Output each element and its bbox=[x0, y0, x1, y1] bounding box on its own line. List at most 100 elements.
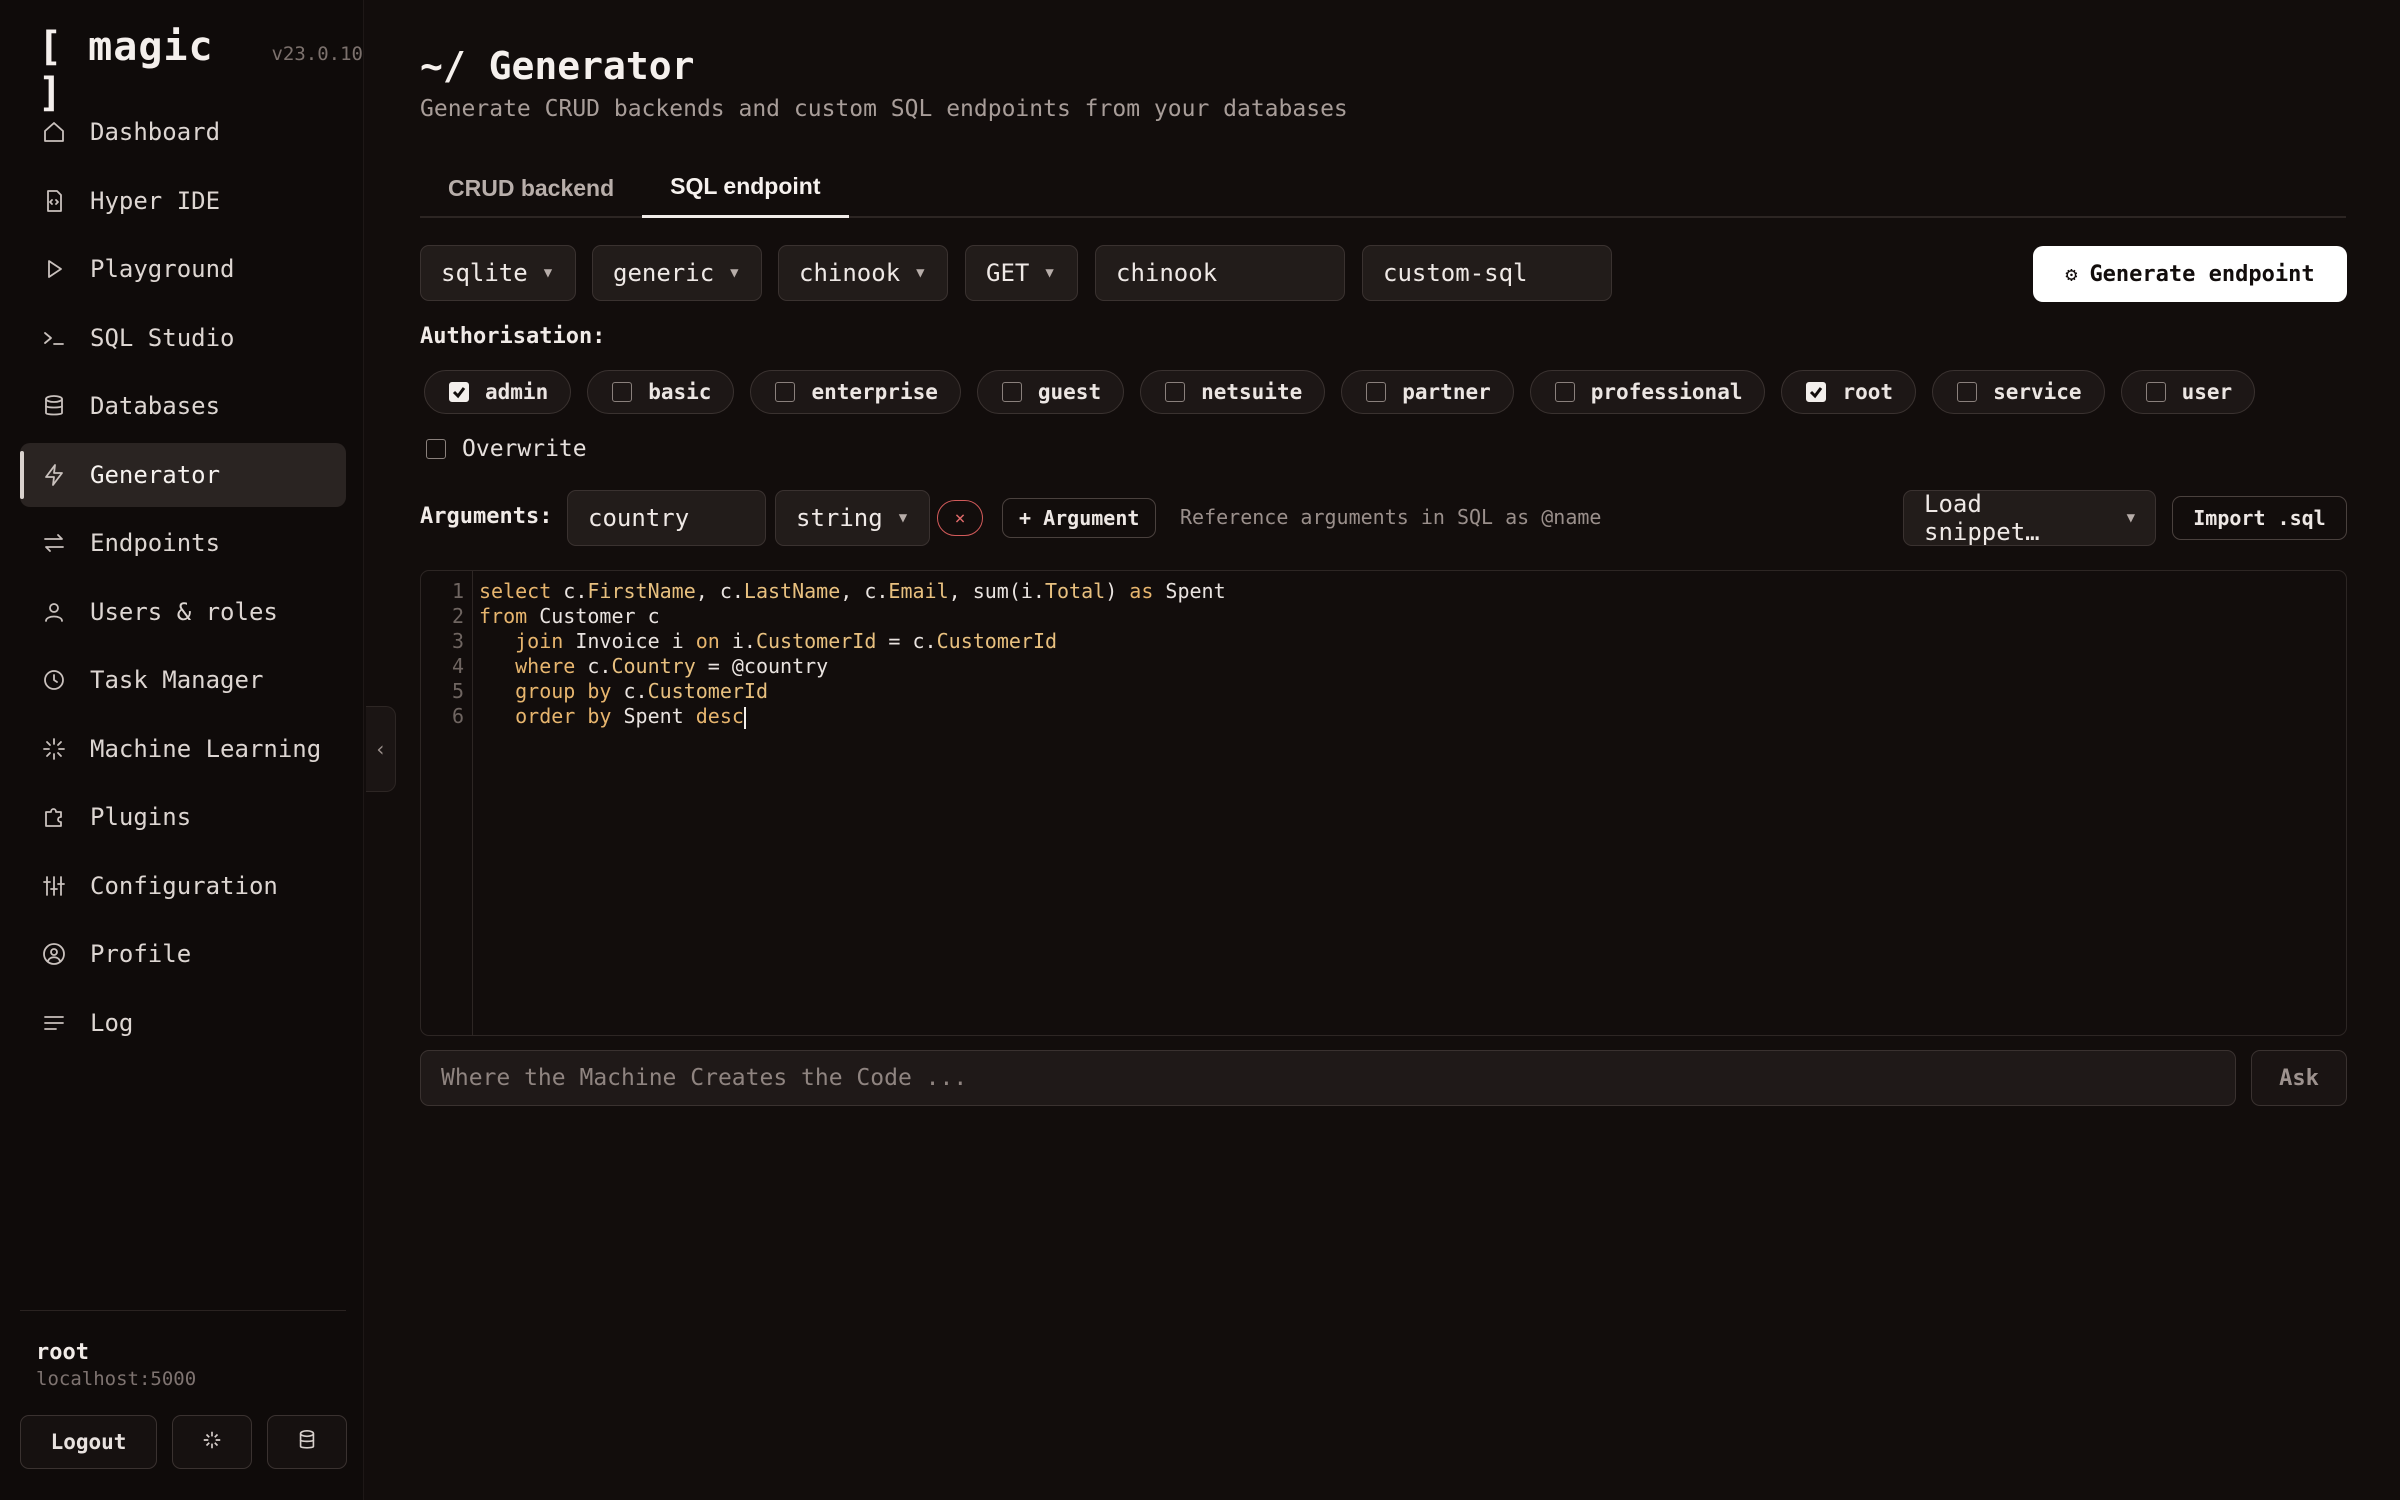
database-value: chinook bbox=[799, 259, 901, 287]
sidebar-item-playground[interactable]: Playground bbox=[20, 237, 346, 301]
tab-sql-endpoint[interactable]: SQL endpoint bbox=[642, 158, 849, 218]
sidebar-item-endpoints[interactable]: Endpoints bbox=[20, 511, 346, 575]
import-sql-button[interactable]: Import .sql bbox=[2172, 496, 2347, 540]
checkbox[interactable] bbox=[612, 382, 633, 402]
current-user-name: root bbox=[36, 1340, 89, 1365]
role-chip-guest[interactable]: guest bbox=[976, 370, 1125, 414]
role-name: basic bbox=[648, 380, 712, 404]
tab-crud-backend[interactable]: CRUD backend bbox=[420, 158, 642, 218]
sidebar-item-label: Generator bbox=[90, 460, 221, 489]
role-chip-service[interactable]: service bbox=[1932, 370, 2105, 414]
role-chip-basic[interactable]: basic bbox=[587, 370, 735, 414]
role-name: professional bbox=[1590, 380, 1743, 404]
chevron-down-icon: ▼ bbox=[2126, 510, 2135, 526]
sidebar-item-task-manager[interactable]: Task Manager bbox=[20, 648, 346, 712]
role-chip-professional[interactable]: professional bbox=[1529, 370, 1766, 414]
module-name-value: chinook bbox=[1116, 259, 1218, 287]
argument-name-input[interactable]: country bbox=[567, 490, 766, 546]
sidebar-item-label: SQL Studio bbox=[90, 323, 235, 352]
sidebar-item-label: Machine Learning bbox=[90, 734, 322, 763]
log-icon bbox=[42, 1011, 66, 1035]
code-file-icon bbox=[42, 189, 66, 213]
load-snippet-select[interactable]: Load snippet… ▼ bbox=[1903, 490, 2156, 546]
checkbox[interactable] bbox=[1554, 382, 1575, 402]
generator-tabs: CRUD backend SQL endpoint bbox=[420, 158, 2346, 218]
user-icon bbox=[42, 600, 66, 624]
generate-endpoint-label: Generate endpoint bbox=[2089, 261, 2315, 287]
role-chip-netsuite[interactable]: netsuite bbox=[1140, 370, 1326, 414]
role-chip-root[interactable]: root bbox=[1781, 370, 1917, 414]
bolt-icon bbox=[42, 463, 66, 487]
module-name-input[interactable]: chinook bbox=[1095, 245, 1345, 301]
add-argument-button[interactable]: + Argument bbox=[1002, 498, 1157, 538]
sidebar-item-configuration[interactable]: Configuration bbox=[20, 854, 346, 918]
arguments-hint: Reference arguments in SQL as @name bbox=[1180, 505, 1602, 529]
sidebar-item-databases[interactable]: Databases bbox=[20, 374, 346, 438]
role-chip-admin[interactable]: admin bbox=[424, 370, 572, 414]
sidebar-item-dashboard[interactable]: Dashboard bbox=[20, 100, 346, 164]
chevron-down-icon: ▼ bbox=[1045, 265, 1054, 281]
checkbox[interactable] bbox=[1001, 382, 1022, 402]
machine-learning-shortcut-button[interactable] bbox=[172, 1415, 252, 1469]
page-subtitle: Generate CRUD backends and custom SQL en… bbox=[420, 96, 1348, 122]
sidebar-item-plugins[interactable]: Plugins bbox=[20, 785, 346, 849]
generate-endpoint-button[interactable]: ⚙ Generate endpoint bbox=[2033, 246, 2347, 302]
sidebar-divider bbox=[20, 1310, 346, 1311]
sparkle-icon bbox=[201, 1429, 223, 1456]
line-number: 5 bbox=[451, 679, 464, 703]
connection-value: generic bbox=[613, 259, 715, 287]
checkbox[interactable] bbox=[1165, 382, 1186, 402]
db-type-select[interactable]: sqlite ▼ bbox=[420, 245, 576, 301]
overwrite-label: Overwrite bbox=[462, 436, 587, 462]
authorisation-label: Authorisation: bbox=[420, 324, 606, 349]
sidebar-item-hyper-ide[interactable]: Hyper IDE bbox=[20, 169, 346, 233]
checkbox[interactable] bbox=[1366, 382, 1387, 402]
sidebar-item-log[interactable]: Log bbox=[20, 991, 346, 1055]
ai-prompt-input[interactable] bbox=[420, 1050, 2236, 1106]
argument-type-select[interactable]: string ▼ bbox=[775, 490, 930, 546]
sql-editor[interactable]: 1 2 3 4 5 6 select c.FirstName, c.LastNa… bbox=[420, 570, 2347, 1036]
arrows-icon bbox=[42, 531, 66, 555]
chevron-down-icon: ▼ bbox=[543, 265, 553, 281]
sidebar-item-label: Task Manager bbox=[90, 666, 264, 694]
database-select[interactable]: chinook ▼ bbox=[778, 245, 948, 301]
sidebar-item-generator[interactable]: Generator bbox=[20, 442, 346, 507]
chevron-down-icon: ▼ bbox=[916, 265, 925, 281]
logout-button[interactable]: Logout bbox=[20, 1415, 157, 1469]
ask-button[interactable]: Ask bbox=[2251, 1050, 2347, 1106]
home-icon bbox=[42, 120, 66, 144]
role-name: partner bbox=[1402, 380, 1491, 404]
sidebar-item-label: Hyper IDE bbox=[90, 186, 221, 215]
database-shortcut-button[interactable] bbox=[267, 1415, 347, 1469]
role-chip-enterprise[interactable]: enterprise bbox=[750, 370, 961, 414]
app-version: v23.0.10 bbox=[271, 43, 363, 65]
sidebar-collapse-handle[interactable]: ‹ bbox=[366, 706, 396, 792]
overwrite-toggle[interactable]: Overwrite bbox=[426, 436, 587, 462]
role-chip-partner[interactable]: partner bbox=[1341, 370, 1514, 414]
page-title: ~/ Generator bbox=[420, 44, 695, 88]
clock-icon bbox=[42, 668, 66, 692]
sidebar-item-sql-studio[interactable]: SQL Studio bbox=[20, 306, 346, 370]
sidebar-item-profile[interactable]: Profile bbox=[20, 922, 346, 986]
role-chip-user[interactable]: user bbox=[2120, 370, 2256, 414]
checkbox[interactable] bbox=[2145, 382, 2166, 402]
db-type-value: sqlite bbox=[441, 259, 528, 287]
overwrite-checkbox[interactable] bbox=[426, 439, 446, 459]
code-line: where c.Country = @country bbox=[515, 654, 829, 678]
checkbox-checked[interactable] bbox=[1806, 382, 1827, 402]
argument-type-value: string bbox=[796, 504, 883, 532]
remove-argument-button[interactable]: × bbox=[937, 500, 983, 536]
gear-icon: ⚙ bbox=[2065, 262, 2078, 286]
chevron-left-icon: ‹ bbox=[374, 737, 387, 761]
sidebar-item-users-roles[interactable]: Users & roles bbox=[20, 580, 346, 644]
checkbox-checked[interactable] bbox=[449, 382, 469, 402]
checkbox[interactable] bbox=[775, 382, 796, 402]
line-number: 3 bbox=[451, 629, 464, 653]
sidebar-item-label: Users & roles bbox=[90, 597, 278, 626]
endpoint-name-input[interactable]: custom-sql bbox=[1362, 245, 1612, 301]
checkbox[interactable] bbox=[1957, 382, 1978, 402]
sidebar-item-machine-learning[interactable]: Machine Learning bbox=[20, 717, 346, 781]
connection-select[interactable]: generic ▼ bbox=[592, 245, 762, 301]
sidebar: [ magic ] v23.0.10 Dashboard Hyper IDE P… bbox=[0, 0, 364, 1500]
http-verb-select[interactable]: GET ▼ bbox=[965, 245, 1078, 301]
